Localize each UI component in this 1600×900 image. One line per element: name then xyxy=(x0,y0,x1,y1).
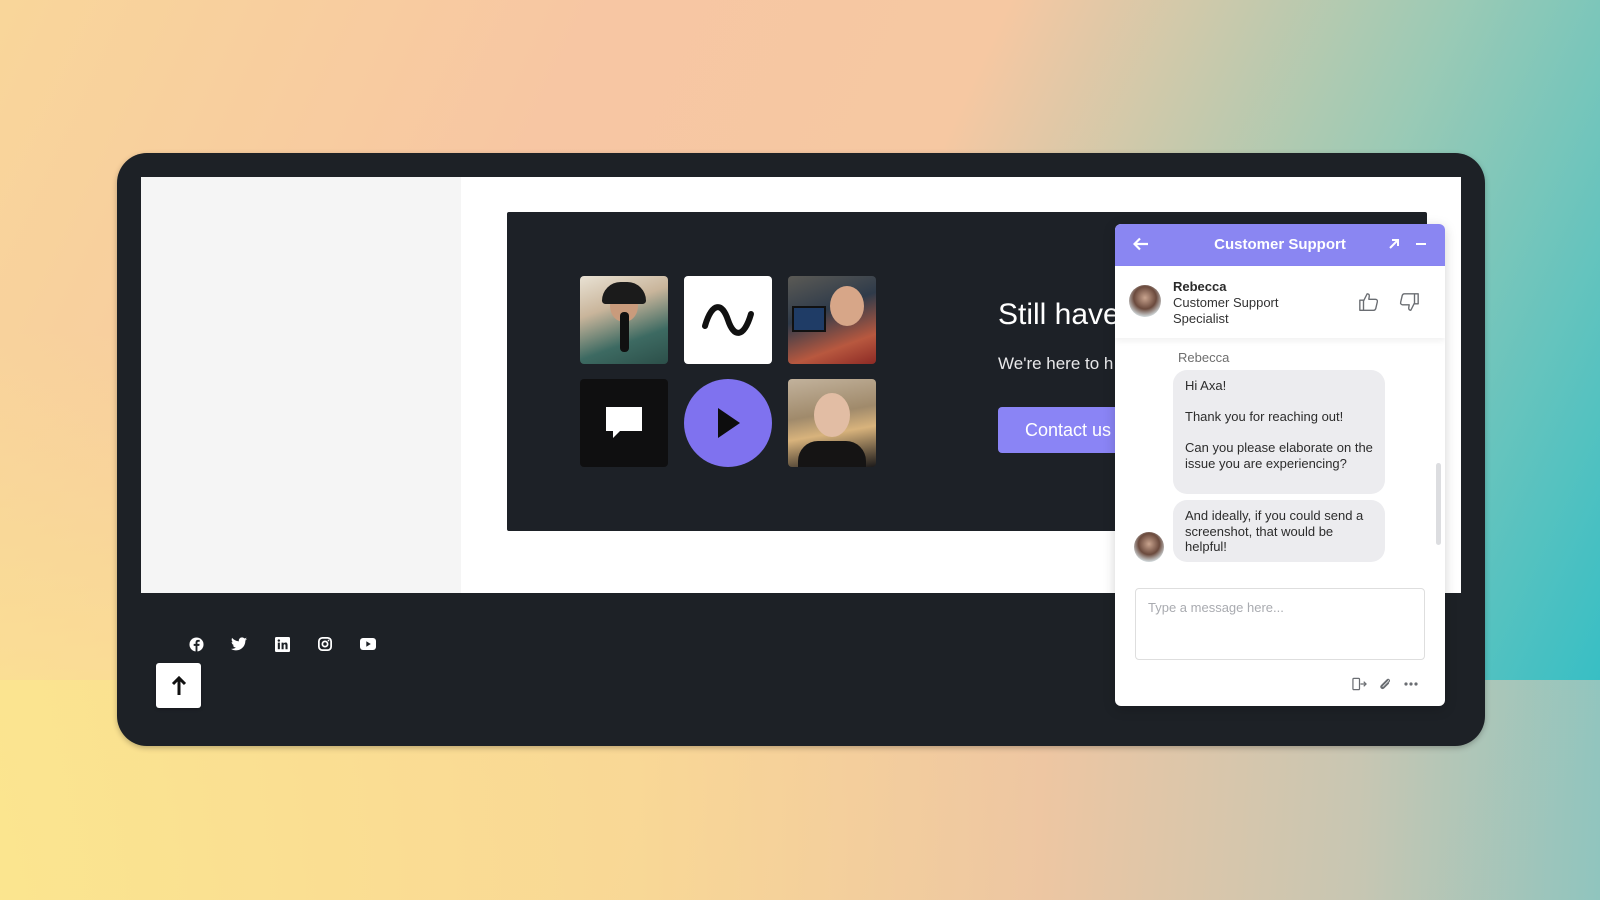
message-line: Thank you for reaching out! xyxy=(1185,409,1344,424)
more-icon xyxy=(1404,682,1418,686)
message-avatar xyxy=(1134,532,1164,562)
facebook-icon xyxy=(188,636,204,652)
attach-button[interactable] xyxy=(1377,676,1393,692)
message-line: Can you please elaborate on the issue yo… xyxy=(1185,440,1373,471)
play-button[interactable] xyxy=(684,379,772,467)
agent-info: Rebecca Customer Support Specialist xyxy=(1173,279,1293,327)
arrow-up-icon xyxy=(171,675,186,695)
thumbs-down-button[interactable] xyxy=(1398,291,1422,315)
youtube-icon xyxy=(360,638,376,650)
chat-scrollbar[interactable] xyxy=(1436,463,1441,545)
linkedin-link[interactable] xyxy=(274,636,290,652)
back-to-top-button[interactable] xyxy=(156,663,201,708)
thumbs-down-icon xyxy=(1399,293,1419,311)
linkedin-icon xyxy=(274,636,290,652)
wave-icon xyxy=(702,304,754,336)
chat-minimize-button[interactable] xyxy=(1410,233,1432,255)
message-line: And ideally, if you could send a screens… xyxy=(1185,508,1364,554)
end-chat-button[interactable] xyxy=(1351,676,1367,692)
chat-bubble-icon xyxy=(606,407,642,438)
podcaster-man-photo xyxy=(788,276,876,364)
twitter-link[interactable] xyxy=(231,636,247,652)
podcaster-woman-photo xyxy=(580,276,668,364)
minus-icon xyxy=(1416,243,1426,245)
message-sender: Rebecca xyxy=(1178,350,1230,365)
message-input[interactable] xyxy=(1135,588,1425,660)
chat-messages: Rebecca Hi Axa! Thank you for reaching o… xyxy=(1115,338,1445,576)
instagram-icon xyxy=(318,637,332,651)
more-button[interactable] xyxy=(1403,676,1419,692)
message-bubble: And ideally, if you could send a screens… xyxy=(1173,500,1385,562)
youtube-link[interactable] xyxy=(360,636,376,652)
paperclip-icon xyxy=(1380,678,1390,690)
exit-icon xyxy=(1351,677,1367,691)
thumbs-up-icon xyxy=(1359,293,1379,311)
thumbs-up-button[interactable] xyxy=(1358,291,1382,315)
twitter-icon xyxy=(231,637,247,651)
play-icon xyxy=(718,408,740,438)
wave-tile xyxy=(684,276,772,364)
agent-role: Customer Support Specialist xyxy=(1173,295,1279,326)
instagram-link[interactable] xyxy=(317,636,333,652)
woman-headset-photo xyxy=(788,379,876,467)
chat-toolbar xyxy=(1351,676,1419,692)
chat-expand-button[interactable] xyxy=(1383,233,1405,255)
left-panel xyxy=(141,177,461,593)
chat-tile xyxy=(580,379,668,467)
banner-subtitle: We're here to h xyxy=(998,354,1114,373)
message-line: Hi Axa! xyxy=(1185,378,1227,393)
agent-bar: Rebecca Customer Support Specialist xyxy=(1115,266,1445,338)
chat-widget: Customer Support Rebecca Customer Suppor… xyxy=(1115,224,1445,706)
arrow-up-right-icon xyxy=(1389,239,1399,249)
banner-title: Still have xyxy=(998,298,1120,331)
message-bubble: Hi Axa! Thank you for reaching out! Can … xyxy=(1173,370,1385,494)
agent-avatar xyxy=(1129,285,1161,317)
chat-header: Customer Support xyxy=(1115,224,1445,266)
agent-name: Rebecca xyxy=(1173,279,1227,294)
facebook-link[interactable] xyxy=(188,636,204,652)
